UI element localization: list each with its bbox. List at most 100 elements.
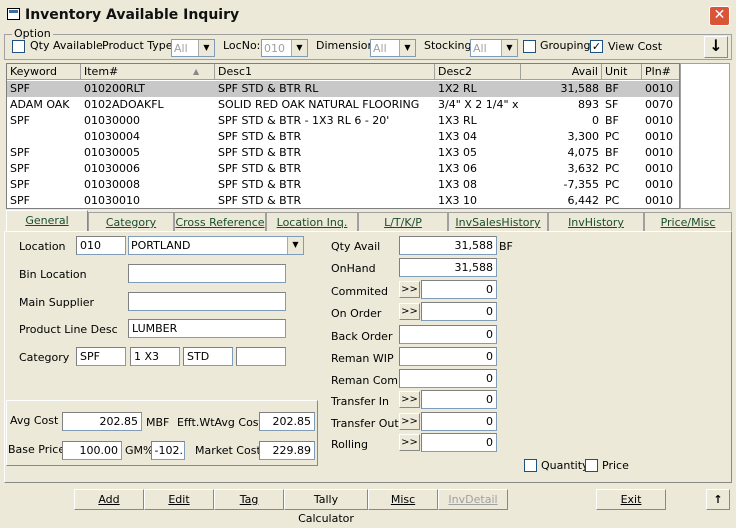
reman-comm-field[interactable]: 0 — [399, 369, 497, 388]
tab-inv-sales-history[interactable]: InvSalesHistory — [448, 212, 548, 232]
tab-inv-history[interactable]: InvHistory — [548, 212, 644, 232]
market-cost-field[interactable]: 229.89 — [259, 441, 315, 460]
cell-keyword: SPF — [10, 146, 30, 159]
tab-cross-reference[interactable]: Cross Reference — [174, 212, 266, 232]
col-header-pln[interactable]: Pln# — [642, 64, 679, 80]
cell-unit: BF — [605, 114, 619, 127]
rolling-field[interactable]: 0 — [421, 433, 497, 452]
col-header-unit[interactable]: Unit — [602, 64, 642, 80]
col-header-keyword[interactable]: Keyword — [7, 64, 81, 80]
locno-value: 010 — [264, 42, 285, 55]
add-button[interactable]: Add — [74, 489, 144, 510]
download-button[interactable]: ↓ — [704, 36, 728, 58]
quantity-checkbox[interactable] — [524, 459, 537, 472]
tally-calculator-button[interactable]: Tally Calculator — [284, 489, 368, 525]
cell-item: 0102ADOAKFL — [84, 98, 164, 111]
table-row[interactable]: SPF 01030008 SPF STD & BTR 1X3 08 -7,355 PC 00… — [7, 177, 679, 193]
table-row[interactable]: 01030004 SPF STD & BTR 1X3 04 3,300 PC 0010 — [7, 129, 679, 145]
col-header-item-label: Item# — [84, 65, 119, 78]
close-button[interactable]: ✕ — [709, 6, 730, 26]
cell-avail: 6,442 — [567, 194, 600, 207]
cell-avail: 4,075 — [567, 146, 600, 159]
chevron-down-icon[interactable]: ▼ — [287, 237, 303, 254]
rolling-details-button[interactable]: >> — [399, 434, 420, 451]
exit-arrow-button[interactable]: ↑ — [706, 489, 730, 510]
product-line-field[interactable]: LUMBER — [128, 319, 286, 338]
back-order-field[interactable]: 0 — [399, 325, 497, 344]
avg-cost-field[interactable]: 202.85 — [62, 412, 142, 431]
col-header-desc1[interactable]: Desc1 — [215, 64, 435, 80]
tab-location-inq[interactable]: Location Inq. — [266, 212, 358, 232]
category-field-1[interactable]: SPF — [76, 347, 126, 366]
price-checkbox[interactable] — [585, 459, 598, 472]
chevron-down-icon[interactable]: ▼ — [198, 40, 214, 56]
category-field-4[interactable] — [236, 347, 286, 366]
tab-price-misc[interactable]: Price/Misc — [644, 212, 732, 232]
onhand-field[interactable]: 31,588 — [399, 258, 497, 277]
product-type-select[interactable]: All ▼ — [171, 39, 215, 57]
qty-avail-field[interactable]: 31,588 — [399, 236, 497, 255]
view-cost-checkbox[interactable]: ✓ — [590, 40, 603, 53]
cell-pln: 0010 — [645, 114, 673, 127]
commited-field[interactable]: 0 — [421, 280, 497, 299]
cell-keyword: ADAM OAK — [10, 98, 70, 111]
cell-pln: 0010 — [645, 194, 673, 207]
cell-unit: PC — [605, 130, 620, 143]
cell-desc2: 1X3 06 — [438, 162, 478, 175]
dimension-select[interactable]: All ▼ — [370, 39, 416, 57]
table-row[interactable]: SPF 01030006 SPF STD & BTR 1X3 06 3,632 PC 001… — [7, 161, 679, 177]
quantity-label: Quantity — [541, 459, 589, 472]
tag-button[interactable]: Tag — [214, 489, 284, 510]
cell-desc2: 3/4" X 2 1/4" x — [438, 98, 519, 111]
table-row[interactable]: SPF 01030000 SPF STD & BTR - 1X3 RL 6 - 20… — [7, 113, 679, 129]
avg-cost-label: Avg Cost — [10, 414, 59, 427]
cell-desc1: SPF STD & BTR — [218, 178, 302, 191]
bin-location-field[interactable] — [128, 264, 286, 283]
cell-unit: BF — [605, 146, 619, 159]
chevron-down-icon[interactable]: ▼ — [501, 40, 517, 56]
category-field-2[interactable]: 1 X3 — [130, 347, 180, 366]
location-name-select[interactable]: PORTLAND ▼ — [128, 236, 304, 255]
tab-category[interactable]: Category — [88, 212, 174, 232]
commited-details-button[interactable]: >> — [399, 281, 420, 298]
main-supplier-field[interactable] — [128, 292, 286, 311]
efft-wtavg-field[interactable]: 202.85 — [259, 412, 315, 431]
edit-button[interactable]: Edit — [144, 489, 214, 510]
cell-avail: 893 — [578, 98, 599, 111]
cell-desc2: 1X3 08 — [438, 178, 478, 191]
close-icon: ✕ — [713, 7, 726, 23]
chevron-down-icon[interactable]: ▼ — [291, 40, 307, 56]
chevron-down-icon[interactable]: ▼ — [399, 40, 415, 56]
table-row[interactable]: SPF 01030010 SPF STD & BTR 1X3 10 6,442 PC 001… — [7, 193, 679, 208]
transfer-in-details-button[interactable]: >> — [399, 391, 420, 408]
transfer-out-details-button[interactable]: >> — [399, 413, 420, 430]
table-row[interactable]: SPF 01030005 SPF STD & BTR 1X3 05 4,075 BF 001… — [7, 145, 679, 161]
gm-field[interactable]: -102. — [151, 441, 185, 460]
location-code-field[interactable]: 010 — [76, 236, 126, 255]
category-field-3[interactable]: STD — [183, 347, 233, 366]
grouping-checkbox[interactable] — [523, 40, 536, 53]
reman-wip-field[interactable]: 0 — [399, 347, 497, 366]
qty-available-checkbox[interactable] — [12, 40, 25, 53]
locno-select[interactable]: 010 ▼ — [261, 39, 308, 57]
transfer-out-field[interactable]: 0 — [421, 412, 497, 431]
base-price-label: Base Price — [8, 443, 66, 456]
on-order-details-button[interactable]: >> — [399, 303, 420, 320]
base-price-field[interactable]: 100.00 — [62, 441, 122, 460]
col-header-avail[interactable]: Avail — [521, 64, 602, 80]
stocking-select[interactable]: All ▼ — [470, 39, 518, 57]
col-header-desc2[interactable]: Desc2 — [435, 64, 521, 80]
window-title: Inventory Available Inquiry — [25, 7, 240, 23]
tab-general[interactable]: General — [6, 210, 88, 232]
table-row[interactable]: SPF 010200RLT SPF STD & BTR RL 1X2 RL 31,588… — [7, 81, 679, 97]
misc-button[interactable]: Misc — [368, 489, 438, 510]
grid-scroll-area[interactable] — [680, 63, 730, 209]
table-row[interactable]: ADAM OAK 0102ADOAKFL SOLID RED OAK NATURAL… — [7, 97, 679, 113]
tab-ltkp[interactable]: L/T/K/P — [358, 212, 448, 232]
transfer-in-field[interactable]: 0 — [421, 390, 497, 409]
exit-button[interactable]: Exit — [596, 489, 666, 510]
invdetail-button[interactable]: InvDetail — [438, 489, 508, 510]
qty-avail-unit: BF — [499, 240, 513, 253]
on-order-field[interactable]: 0 — [421, 302, 497, 321]
col-header-item[interactable]: Item# ▲ — [81, 64, 215, 80]
